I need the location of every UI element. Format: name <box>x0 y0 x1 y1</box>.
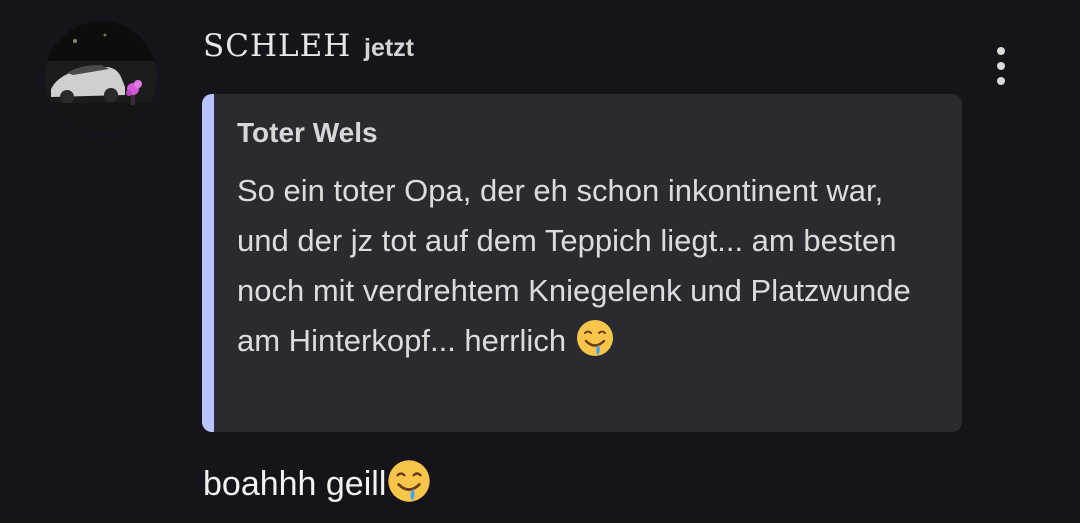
menu-dot <box>997 47 1005 55</box>
reply-body: boahhh geill <box>203 465 387 503</box>
avatar[interactable] <box>45 21 157 133</box>
menu-dot <box>997 77 1005 85</box>
menu-dot <box>997 62 1005 70</box>
quote-text: So ein toter Opa, der eh schon inkontine… <box>237 166 942 366</box>
drooling-face-emoji-icon <box>386 458 432 504</box>
quoted-message[interactable]: Toter Wels So ein toter Opa, der eh scho… <box>202 94 962 432</box>
quote-accent-bar <box>202 94 214 432</box>
avatar-car-photo <box>45 21 157 133</box>
drooling-face-emoji-icon <box>575 318 615 358</box>
comment-timestamp: jetzt <box>364 34 414 62</box>
comment-text: boahhh geill <box>203 458 432 509</box>
more-vert-icon[interactable] <box>986 44 1016 88</box>
comment-author[interactable]: SCHLEH <box>203 26 351 66</box>
quote-author: Toter Wels <box>237 117 378 148</box>
comment-card: SCHLEH jetzt Toter Wels So ein toter Opa… <box>0 0 1080 523</box>
